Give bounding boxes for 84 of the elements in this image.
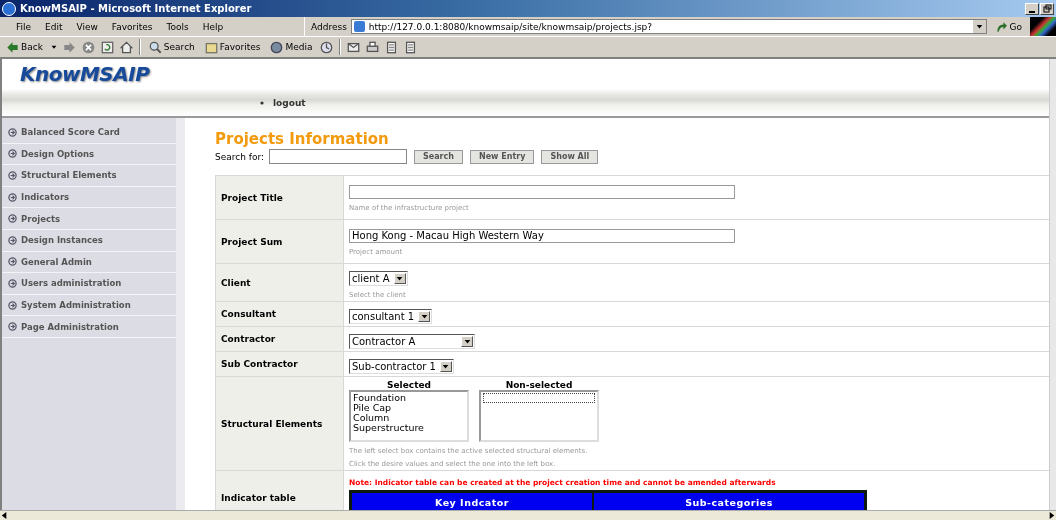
printer-icon[interactable] xyxy=(366,40,380,54)
arrow-circle-icon xyxy=(8,214,17,224)
mail-icon[interactable] xyxy=(347,40,361,54)
list-heading: Selected xyxy=(387,380,431,390)
field-label: Client xyxy=(215,263,344,302)
media-button[interactable]: Media xyxy=(268,40,315,54)
sidebar-item[interactable]: General Admin xyxy=(21,256,92,267)
sidebar-item[interactable]: Design Options xyxy=(21,148,95,159)
page-heading: Projects Information xyxy=(215,130,390,148)
text-field[interactable] xyxy=(349,184,735,199)
vertical-scrollbar[interactable] xyxy=(1049,59,1056,510)
sidebar-item[interactable]: Page Administration xyxy=(21,321,119,332)
form-button[interactable]: Search xyxy=(414,149,463,164)
search-field[interactable] xyxy=(269,149,408,164)
field-label: Structural Elements xyxy=(215,376,344,471)
sidebar-item[interactable]: Users administration xyxy=(21,278,122,289)
field-label: Sub Contractor xyxy=(215,351,344,377)
arrow-circle-icon xyxy=(8,149,17,159)
menu-item[interactable]: Favorites xyxy=(111,21,153,32)
menu-item[interactable]: File xyxy=(16,21,32,32)
arrow-circle-icon xyxy=(8,322,17,332)
arrow-circle-icon xyxy=(8,127,17,137)
text-field[interactable]: Hong Kong - Macau High Western Way xyxy=(349,228,735,243)
refresh-icon[interactable] xyxy=(100,40,114,54)
arrow-circle-icon xyxy=(8,192,17,202)
arrow-circle-icon xyxy=(8,235,17,245)
menu-item[interactable]: View xyxy=(76,21,98,32)
field-label: Consultant xyxy=(215,301,344,327)
list-box[interactable] xyxy=(479,390,599,442)
sidebar-item[interactable]: Balanced Score Card xyxy=(21,127,120,138)
menu-item[interactable]: Help xyxy=(202,21,224,32)
field-label: Indicator table xyxy=(215,470,344,510)
list-option[interactable]: Superstructure xyxy=(353,423,465,433)
favorites-button[interactable]: Favorites xyxy=(202,40,263,54)
site-logo: KnowMSAIP xyxy=(20,62,150,86)
page-icon xyxy=(353,21,365,32)
horizontal-scrollbar[interactable] xyxy=(0,510,1056,520)
document-icon[interactable] xyxy=(404,40,418,54)
back-arrow-icon[interactable] xyxy=(6,40,19,54)
dropdown-button[interactable] xyxy=(971,20,986,33)
arrow-circle-icon xyxy=(8,171,17,180)
address-field[interactable]: http://127.0.0.1:8080/knowmsaip/site/knowmsaip/projects.jsp? xyxy=(350,19,987,34)
arrow-circle-icon xyxy=(8,300,17,310)
menu-item[interactable]: Tools xyxy=(166,21,189,32)
list-option[interactable]: Foundation xyxy=(353,393,465,403)
dropdown[interactable]: Sub-contractor 1 xyxy=(349,359,454,374)
arrow-circle-icon xyxy=(8,278,17,288)
search-label: Search for: xyxy=(215,151,265,162)
list-box[interactable]: Foundation Pile Cap Column Superstructure xyxy=(349,390,469,442)
arrow-circle-icon xyxy=(8,257,17,267)
sidebar-item[interactable]: Projects xyxy=(21,213,61,224)
field-label: Project Title xyxy=(215,175,344,220)
sidebar-item[interactable]: System Administration xyxy=(21,300,131,311)
document-icon[interactable] xyxy=(385,40,399,54)
form-button[interactable]: New Entry xyxy=(470,149,535,164)
stop-icon[interactable] xyxy=(81,40,95,54)
menu-item[interactable]: Edit xyxy=(45,21,63,32)
clock-icon[interactable] xyxy=(320,40,334,54)
list-heading: Non-selected xyxy=(505,380,573,390)
search-button[interactable]: Search xyxy=(146,40,197,54)
search-icon[interactable] xyxy=(148,40,162,54)
dropdown[interactable]: consultant 1 xyxy=(349,309,433,324)
column-header[interactable]: Key Indcator xyxy=(352,493,592,510)
address-label: Address xyxy=(311,21,347,32)
folder-icon[interactable] xyxy=(204,40,218,54)
home-icon[interactable] xyxy=(119,40,133,54)
browser-icon xyxy=(2,1,16,16)
sidebar-item[interactable]: Structural Elements xyxy=(21,170,117,181)
list-option[interactable]: Pile Cap xyxy=(353,403,465,413)
caret-icon[interactable] xyxy=(50,44,57,50)
field-label: Contractor xyxy=(215,326,344,352)
column-header[interactable]: Sub-categories xyxy=(594,493,864,510)
form-button[interactable]: Show All xyxy=(541,149,599,164)
back-button[interactable]: Back xyxy=(4,40,45,54)
list-option[interactable]: Column xyxy=(353,413,465,423)
logout-link[interactable]: logout xyxy=(273,97,306,108)
dropdown[interactable]: client A xyxy=(349,271,408,286)
curved-arrow-icon[interactable] xyxy=(994,20,1007,33)
sidebar-item[interactable]: Design Instances xyxy=(21,235,103,246)
field-label: Project Sum xyxy=(215,219,344,264)
dropdown-arrow-icon[interactable] xyxy=(975,23,983,30)
sidebar-item[interactable]: Indicators xyxy=(21,192,70,203)
dropdown[interactable]: Contractor A xyxy=(349,334,475,349)
window-title: KnowMSAIP - Microsoft Internet Explorer xyxy=(20,3,253,14)
